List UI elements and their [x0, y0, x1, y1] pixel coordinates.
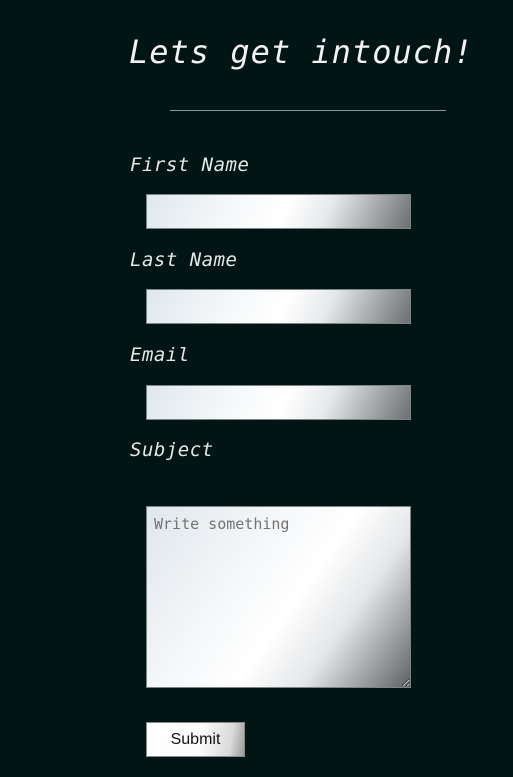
first-name-label: First Name — [130, 154, 250, 176]
title-divider — [170, 110, 446, 111]
subject-textarea[interactable] — [146, 506, 411, 688]
last-name-label: Last Name — [130, 249, 238, 271]
subject-label: Subject — [130, 439, 214, 461]
contact-page: Lets get intouch! First Name Last Name E… — [0, 0, 513, 777]
email-input[interactable] — [146, 385, 411, 420]
first-name-input[interactable] — [146, 194, 411, 229]
email-label: Email — [130, 344, 190, 366]
last-name-input[interactable] — [146, 289, 411, 324]
submit-button[interactable]: Submit — [146, 722, 245, 757]
page-title: Lets get intouch! — [129, 33, 474, 71]
